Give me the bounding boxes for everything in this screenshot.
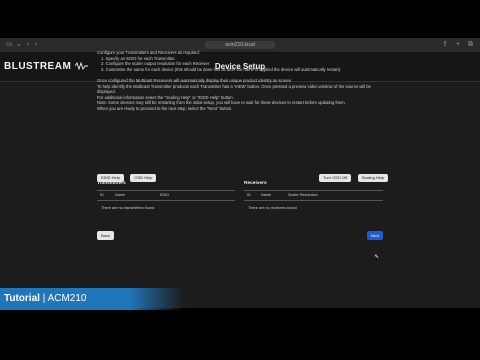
receivers-table-header: ID Name Scaler Resolution: [244, 190, 383, 201]
column-header-id: ID: [247, 193, 251, 197]
banner-product-label: ACM210: [47, 293, 87, 304]
instruction-line: When you are ready to proceed to the nex…: [97, 105, 233, 111]
mouse-cursor-icon: ⬉: [374, 254, 380, 260]
column-header-name: Name: [115, 193, 126, 197]
chevron-down-icon[interactable]: ⌄: [16, 41, 22, 49]
banner-tutorial-label: Tutorial: [4, 293, 40, 304]
back-button[interactable]: Back: [97, 231, 114, 240]
tutorial-banner: Tutorial | ACM210: [0, 288, 184, 310]
share-icon[interactable]: ⇪: [442, 41, 448, 49]
column-header-scaler-resolution: Scaler Resolution: [288, 193, 318, 197]
transmitters-title: Transmitters: [97, 181, 126, 186]
help-buttons-right: Turn OSD Off Scaling Help: [319, 166, 389, 182]
next-button[interactable]: Next: [367, 231, 384, 240]
instruction-line: 3. Customise the name for each device (t…: [101, 66, 342, 72]
forward-arrow-icon[interactable]: ›: [35, 41, 37, 49]
instructions-block: Configure your Transmitters and Receiver…: [97, 50, 383, 112]
column-header-id: ID: [100, 193, 104, 197]
help-buttons-left: EDID Help OSD Help: [97, 166, 158, 182]
receivers-title: Receivers: [244, 181, 267, 186]
column-header-name: Name: [261, 193, 272, 197]
receivers-empty-message: There are no receivers found: [248, 206, 297, 210]
column-header-edid: EDID: [160, 193, 170, 197]
back-arrow-icon[interactable]: ‹: [27, 41, 29, 49]
banner-separator: |: [42, 293, 46, 304]
instruction-line: To help identify the Multicast Transmitt…: [97, 83, 371, 95]
osd-help-button[interactable]: OSD Help: [130, 174, 157, 182]
sidebar-toggle-icon[interactable]: ▭: [6, 41, 13, 49]
scaling-help-button[interactable]: Scaling Help: [357, 174, 389, 182]
address-bar[interactable]: acm210.local: [205, 41, 275, 49]
new-tab-icon[interactable]: +: [456, 41, 460, 49]
transmitters-empty-message: There are no transmitters found: [101, 206, 155, 210]
turn-osd-off-button[interactable]: Turn OSD Off: [319, 174, 352, 182]
tabs-overview-icon[interactable]: ⧉: [468, 41, 473, 49]
transmitters-table-header: ID Name EDID: [97, 190, 235, 201]
